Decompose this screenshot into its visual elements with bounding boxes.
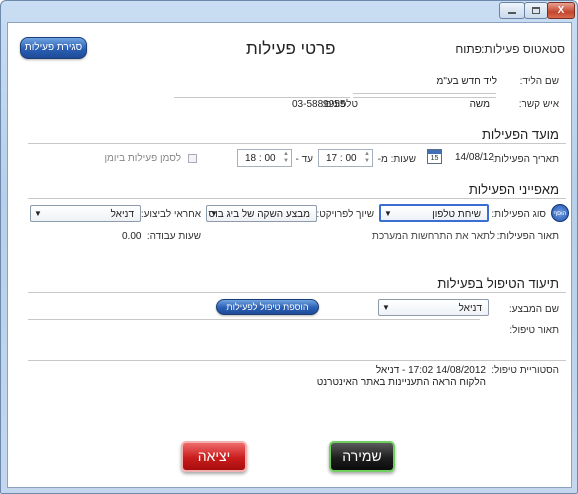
calendar-day: 15 [430, 155, 439, 162]
minimize-icon [508, 12, 516, 14]
save-button[interactable]: שמירה [329, 441, 395, 472]
timing-section-title: מועד הפעילות [481, 127, 559, 142]
work-hours-label: שעות עבודה: [146, 231, 201, 242]
history-label: הסטוריית טיפול: [491, 365, 559, 376]
schedule-checkbox-label: לסמן פעילות ביומן [104, 153, 181, 164]
characteristics-section-title: מאפייני הפעילות [468, 182, 559, 197]
executor-label: שם המבצע: [508, 304, 559, 315]
minimize-button[interactable] [499, 2, 525, 19]
dialog-body: סגירת פעילות פרטי פעילות סטאטוס פעילות: … [7, 22, 572, 488]
add-handling-button-label: הוספת טיפול לפעילות [226, 302, 309, 312]
phone-value: 03-5889955 [292, 99, 346, 110]
history-line-1: 14/08/2012 17:02 - דניאל [375, 365, 486, 376]
to-label: עד - [295, 154, 313, 165]
spin-arrows-icon[interactable]: ▲ ▼ [283, 151, 289, 165]
spin-arrows-icon[interactable]: ▲ ▼ [364, 151, 370, 165]
handling-section-title: תיעוד הטיפול בפעילות [437, 276, 559, 291]
date-label: תאריך הפעילות: [491, 154, 560, 165]
chevron-down-icon: ▼ [382, 303, 390, 312]
add-type-button-label: הוסף [553, 211, 567, 217]
hours-from-label: שעות: מ- [377, 154, 416, 165]
project-select[interactable]: מבצע השקה של ביג בוס ▼ [206, 205, 317, 222]
close-icon: X [557, 5, 565, 16]
save-button-label: שמירה [342, 448, 382, 464]
chevron-down-icon: ▼ [210, 209, 218, 218]
to-hour: 18 [245, 153, 257, 164]
executor-value: דניאל [458, 303, 482, 314]
to-time-picker[interactable]: 18 : 00 ▲ ▼ [237, 149, 292, 167]
activity-type-value: שיחת טלפון [432, 209, 481, 220]
from-minute: 00 [345, 153, 357, 164]
maximize-button[interactable] [524, 2, 548, 19]
close-activity-button[interactable]: סגירת פעילות [20, 37, 87, 59]
responsible-value: דניאל [110, 209, 134, 220]
add-type-button[interactable]: הוסף [551, 204, 569, 222]
activity-type-select[interactable]: שיחת טלפון ▼ [379, 204, 489, 222]
status-value: פתוח [455, 42, 482, 56]
calendar-icon[interactable]: 15 [427, 149, 442, 164]
lead-name-value: ליד חדש בע"מ [436, 76, 497, 87]
responsible-label: אחראי לביצוע: [140, 209, 201, 220]
page-title: פרטי פעילות [246, 39, 336, 58]
lead-name-label: שם הליד: [519, 76, 559, 87]
contact-value: משה [469, 99, 490, 110]
work-hours-value: 0.00 [122, 231, 142, 242]
window-frame: X סגירת פעילות פרטי פעילות סטאטוס פעילות… [0, 0, 578, 494]
status-label: סטאטוס פעילות: [481, 42, 565, 56]
description-label: תאור הפעילות: [496, 231, 559, 242]
activity-type-label: סוג הפעילות: [491, 209, 546, 220]
project-value: מבצע השקה של ביג בוס [208, 209, 310, 220]
chevron-down-icon: ▼ [34, 209, 42, 218]
from-hour: 17 [326, 153, 338, 164]
close-activity-button-label: סגירת פעילות [24, 42, 83, 53]
contact-label: איש קשר: [518, 99, 559, 110]
close-window-button[interactable]: X [547, 2, 575, 19]
exit-button-label: יציאה [197, 448, 231, 464]
exit-button[interactable]: יציאה [181, 441, 247, 472]
to-minute: 00 [264, 153, 276, 164]
from-time-picker[interactable]: 17 : 00 ▲ ▼ [318, 149, 373, 167]
history-line-2: הלקוח הראה התעניינות באתר האינטרנט [316, 377, 486, 388]
responsible-select[interactable]: דניאל ▼ [30, 205, 141, 222]
schedule-checkbox[interactable] [188, 154, 197, 163]
handling-description-label: תאור טיפול: [509, 325, 559, 336]
project-label: שיוך לפרויקט: [316, 209, 374, 220]
add-handling-button[interactable]: הוספת טיפול לפעילות [216, 299, 319, 315]
maximize-icon [532, 7, 540, 14]
date-value: 14/08/12 [455, 152, 494, 163]
description-value: לתאר את התרחשות המערכת [372, 231, 495, 242]
executor-select[interactable]: דניאל ▼ [378, 299, 489, 316]
title-bar: X [1, 1, 577, 21]
chevron-down-icon: ▼ [384, 209, 392, 218]
